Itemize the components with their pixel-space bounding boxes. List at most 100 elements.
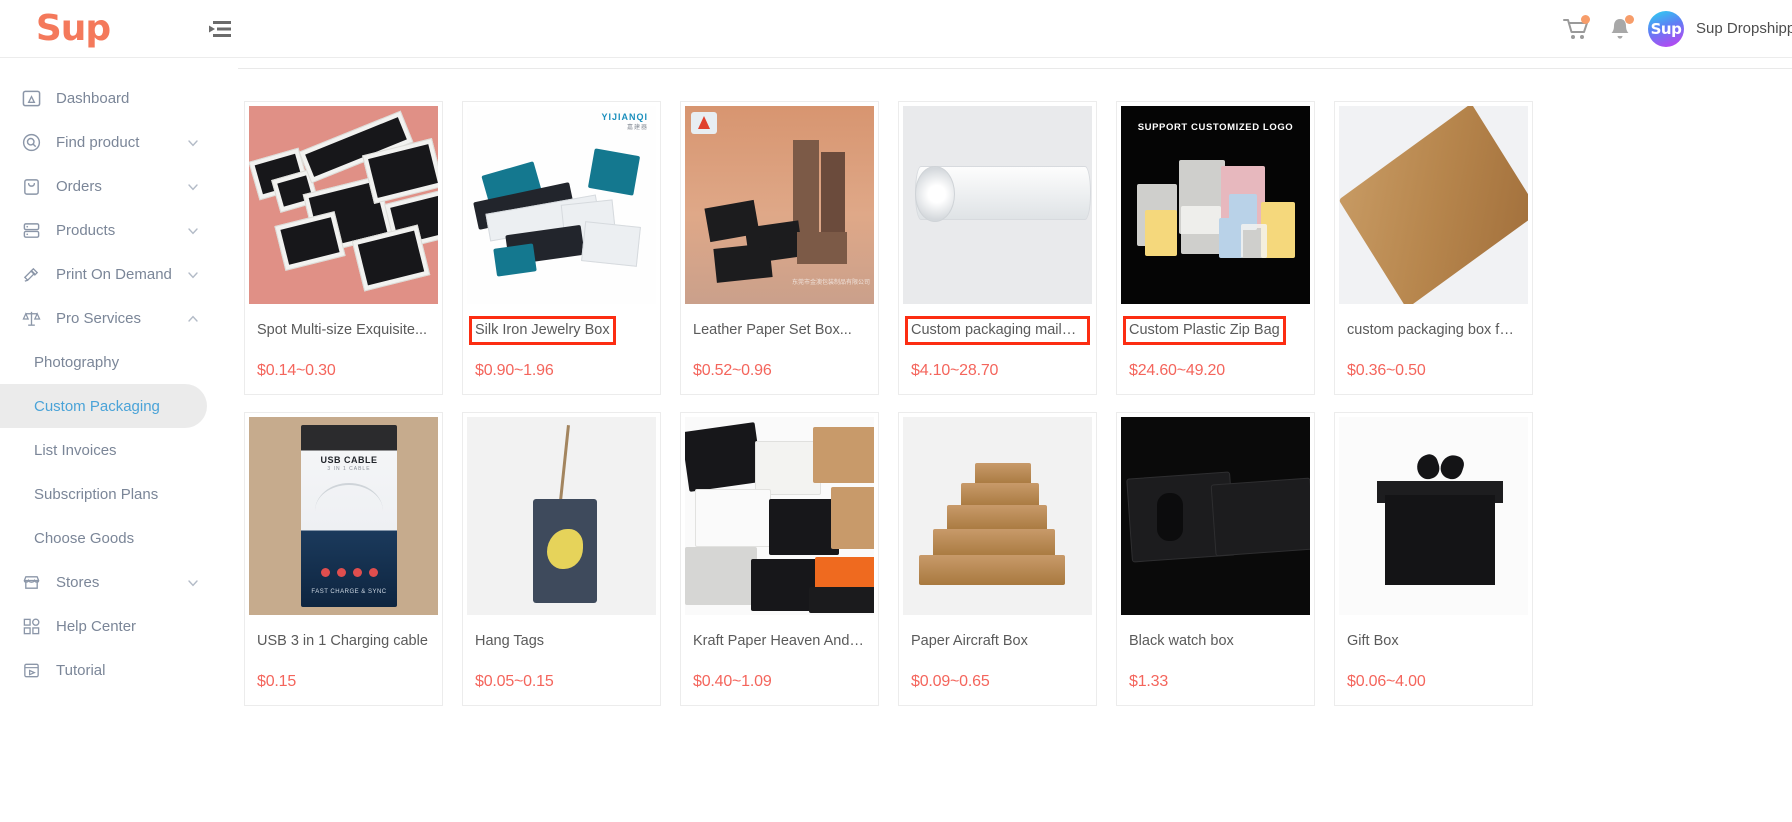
product-title-wrap: Custom packaging mailer b... — [899, 308, 1096, 348]
sidebar-item-label: Pro Services — [56, 309, 142, 327]
sidebar-item-print-on-demand[interactable]: Print On Demand — [0, 252, 221, 296]
product-price: $0.15 — [257, 673, 297, 690]
product-title: Silk Iron Jewelry Box — [469, 315, 616, 346]
sidebar-item-label: Print On Demand — [56, 265, 172, 283]
product-image — [903, 106, 1092, 304]
image-watermark: 东莞市金澳包装制品有限公司 — [791, 280, 870, 286]
chevron-down-icon — [187, 224, 199, 236]
avatar[interactable]: Sup — [1648, 10, 1684, 47]
product-image — [1121, 417, 1310, 615]
sidebar-item-orders[interactable]: Orders — [0, 164, 221, 208]
product-image: SUPPORT CUSTOMIZED LOGO — [1121, 106, 1310, 304]
product-title-wrap: USB 3 in 1 Charging cable — [245, 619, 442, 659]
product-card[interactable]: Hang Tags $0.05~0.15 — [462, 412, 661, 706]
product-price: $0.09~0.65 — [911, 673, 990, 690]
product-title-wrap: Leather Paper Set Box... — [681, 308, 878, 348]
product-title: Hang Tags — [475, 633, 545, 649]
sidebar-item-help-center[interactable]: Help Center — [0, 604, 221, 648]
product-price: $0.40~1.09 — [693, 673, 772, 690]
product-price: $0.14~0.30 — [257, 362, 336, 379]
package-subtitle: 3 IN 1 CABLE — [327, 466, 371, 472]
header-right-actions: Sup Sup Dropshippin — [1554, 9, 1792, 49]
product-card[interactable]: Gift Box $0.06~4.00 — [1334, 412, 1533, 706]
brand-logo-area[interactable]: Sup — [0, 10, 140, 47]
product-image — [1339, 417, 1528, 615]
sidebar-item-label: Dashboard — [56, 89, 130, 107]
product-image — [467, 417, 656, 615]
help-grid-icon — [20, 615, 42, 637]
scales-icon — [20, 307, 42, 329]
print-on-demand-icon — [20, 263, 42, 285]
product-title: USB 3 in 1 Charging cable — [257, 633, 428, 649]
product-card[interactable]: Black watch box $1.33 — [1116, 412, 1315, 706]
sidebar-subitem-label: Choose Goods — [34, 529, 135, 547]
notification-bell-icon[interactable] — [1598, 9, 1642, 49]
product-card[interactable]: Paper Aircraft Box $0.09~0.65 — [898, 412, 1097, 706]
product-card[interactable]: SUPPORT CUSTOMIZED LOGO Custom Plastic Z… — [1116, 101, 1315, 395]
sidebar: Dashboard Find product Orders Products P… — [0, 58, 221, 822]
product-image — [685, 417, 874, 615]
sidebar-item-products[interactable]: Products — [0, 208, 221, 252]
cart-badge-dot — [1581, 14, 1590, 24]
app-body: Dashboard Find product Orders Products P… — [0, 58, 1792, 822]
sidebar-subitem-label: Custom Packaging — [34, 397, 160, 415]
product-image — [903, 417, 1092, 615]
user-name-label[interactable]: Sup Dropshippin — [1696, 20, 1792, 37]
product-title: Custom packaging mailer b... — [905, 315, 1090, 346]
product-card[interactable]: Custom packaging mailer b... $4.10~28.70 — [898, 101, 1097, 395]
chevron-down-icon — [187, 576, 199, 588]
product-card[interactable]: Spot Multi-size Exquisite... $0.14~0.30 — [244, 101, 443, 395]
sidebar-item-stores[interactable]: Stores — [0, 560, 221, 604]
product-title-wrap: Black watch box — [1117, 619, 1314, 659]
product-price: $4.10~28.70 — [911, 362, 999, 379]
product-price: $0.52~0.96 — [693, 362, 772, 379]
product-title-wrap: Gift Box — [1335, 619, 1532, 659]
collapse-menu-icon[interactable] — [202, 14, 236, 44]
sidebar-item-label: Orders — [56, 177, 102, 195]
tutorial-video-icon — [20, 659, 42, 681]
product-card[interactable]: USB CABLE 3 IN 1 CABLE FAST CHARGE & SYN… — [244, 412, 443, 706]
sidebar-subitem-label: List Invoices — [34, 441, 117, 459]
product-card[interactable]: custom packaging box for... $0.36~0.50 — [1334, 101, 1533, 395]
product-image — [1339, 106, 1528, 304]
image-caption: SUPPORT CUSTOMIZED LOGO — [1137, 122, 1294, 133]
sidebar-item-label: Help Center — [56, 617, 137, 635]
product-title-wrap: Custom Plastic Zip Bag — [1117, 308, 1314, 348]
sidebar-item-label: Products — [56, 221, 116, 239]
sidebar-item-label: Find product — [56, 133, 140, 151]
image-brand-mark — [691, 112, 717, 134]
chevron-down-icon — [187, 136, 199, 148]
product-card[interactable]: Kraft Paper Heaven And Ear... $0.40~1.09 — [680, 412, 879, 706]
package-title: USB CABLE — [320, 455, 378, 465]
product-title-wrap: Spot Multi-size Exquisite... — [245, 308, 442, 348]
product-title: Black watch box — [1129, 633, 1234, 649]
sidebar-item-list-invoices[interactable]: List Invoices — [0, 428, 207, 472]
sidebar-subitem-label: Subscription Plans — [34, 485, 159, 503]
chevron-down-icon — [187, 180, 199, 192]
sidebar-item-subscription-plans[interactable]: Subscription Plans — [0, 472, 207, 516]
app-root: Sup Sup Sup Dropshipp Dashboard Find pro… — [0, 0, 1792, 822]
product-card[interactable]: YIJIANQI 嘉建器 Silk Iron Jewelry Box $0.90… — [462, 101, 661, 395]
package-footer: FAST CHARGE & SYNC — [311, 589, 387, 595]
sidebar-item-dashboard[interactable]: Dashboard — [0, 76, 221, 120]
product-card[interactable]: 东莞市金澳包装制品有限公司 Leather Paper Set Box... $… — [680, 101, 879, 395]
product-price: $0.05~0.15 — [475, 673, 554, 690]
product-image — [249, 106, 438, 304]
orders-bag-icon — [20, 175, 42, 197]
sidebar-item-find-product[interactable]: Find product — [0, 120, 221, 164]
dashboard-icon — [20, 87, 42, 109]
shopping-cart-icon[interactable] — [1554, 9, 1598, 49]
product-title: Paper Aircraft Box — [911, 633, 1028, 649]
product-image: USB CABLE 3 IN 1 CABLE FAST CHARGE & SYN… — [249, 417, 438, 615]
sidebar-item-tutorial[interactable]: Tutorial — [0, 648, 221, 692]
product-price: $0.06~4.00 — [1347, 673, 1426, 690]
product-title-wrap: custom packaging box for... — [1335, 308, 1532, 348]
main-content: Spot Multi-size Exquisite... $0.14~0.30 … — [221, 58, 1792, 822]
search-circle-icon — [20, 131, 42, 153]
sidebar-item-custom-packaging[interactable]: Custom Packaging — [0, 384, 207, 428]
product-grid: Spot Multi-size Exquisite... $0.14~0.30 … — [221, 69, 1792, 706]
sidebar-item-pro-services[interactable]: Pro Services — [0, 296, 221, 340]
sidebar-item-photography[interactable]: Photography — [0, 340, 207, 384]
chevron-down-icon — [187, 268, 199, 280]
sidebar-item-choose-goods[interactable]: Choose Goods — [0, 516, 207, 560]
